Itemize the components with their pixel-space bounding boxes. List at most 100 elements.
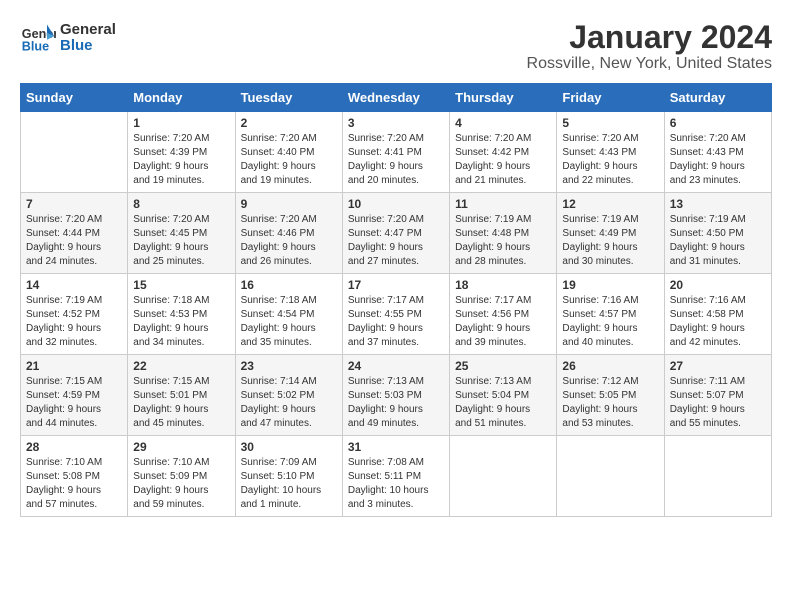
day-number: 21 xyxy=(26,359,122,373)
day-number: 25 xyxy=(455,359,551,373)
day-info: Sunrise: 7:19 AM Sunset: 4:50 PM Dayligh… xyxy=(670,213,766,269)
day-info: Sunrise: 7:20 AM Sunset: 4:43 PM Dayligh… xyxy=(670,132,766,188)
day-info: Sunrise: 7:15 AM Sunset: 5:01 PM Dayligh… xyxy=(133,375,229,431)
day-number: 23 xyxy=(241,359,337,373)
day-info: Sunrise: 7:20 AM Sunset: 4:46 PM Dayligh… xyxy=(241,213,337,269)
day-number: 4 xyxy=(455,116,551,130)
calendar-cell: 9Sunrise: 7:20 AM Sunset: 4:46 PM Daylig… xyxy=(235,193,342,274)
calendar-cell: 17Sunrise: 7:17 AM Sunset: 4:55 PM Dayli… xyxy=(342,274,449,355)
calendar-header-thursday: Thursday xyxy=(450,84,557,112)
logo-name-part1: General xyxy=(60,22,116,39)
calendar-cell xyxy=(664,436,771,517)
day-number: 29 xyxy=(133,440,229,454)
calendar-cell: 14 Sunrise: 7:19 AM Sunset: 4:52 PM Dayli… xyxy=(21,274,128,355)
calendar-cell: 1Sunrise: 7:20 AM Sunset: 4:39 PM Daylig… xyxy=(128,112,235,193)
calendar-cell: 13 Sunrise: 7:19 AM Sunset: 4:50 PM Dayli… xyxy=(664,193,771,274)
day-info: Sunrise: 7:19 AM Sunset: 4:49 PM Dayligh… xyxy=(562,213,658,269)
calendar-cell: 16 Sunrise: 7:18 AM Sunset: 4:54 PM Dayli… xyxy=(235,274,342,355)
calendar-cell: 6Sunrise: 7:20 AM Sunset: 4:43 PM Daylig… xyxy=(664,112,771,193)
day-number: 30 xyxy=(241,440,337,454)
day-info: Sunrise: 7:08 AM Sunset: 5:11 PM Dayligh… xyxy=(348,456,444,512)
calendar-cell: 15 Sunrise: 7:18 AM Sunset: 4:53 PM Dayli… xyxy=(128,274,235,355)
calendar-cell: 30 Sunrise: 7:09 AM Sunset: 5:10 PM Dayli… xyxy=(235,436,342,517)
calendar-header-friday: Friday xyxy=(557,84,664,112)
page-title: January 2024 xyxy=(527,20,772,55)
day-info: Sunrise: 7:18 AM Sunset: 4:54 PM Dayligh… xyxy=(241,294,337,350)
day-number: 27 xyxy=(670,359,766,373)
calendar-cell: 7Sunrise: 7:20 AM Sunset: 4:44 PM Daylig… xyxy=(21,193,128,274)
day-info: Sunrise: 7:20 AM Sunset: 4:40 PM Dayligh… xyxy=(241,132,337,188)
day-info: Sunrise: 7:17 AM Sunset: 4:55 PM Dayligh… xyxy=(348,294,444,350)
page-subtitle: Rossville, New York, United States xyxy=(527,55,772,73)
calendar-cell: 12Sunrise: 7:19 AM Sunset: 4:49 PM Dayli… xyxy=(557,193,664,274)
calendar-week-row: 21 Sunrise: 7:15 AM Sunset: 4:59 PM Dayli… xyxy=(21,355,772,436)
calendar-cell: 11Sunrise: 7:19 AM Sunset: 4:48 PM Dayli… xyxy=(450,193,557,274)
logo-icon: General Blue xyxy=(20,20,56,56)
day-number: 19 xyxy=(562,278,658,292)
calendar-header-sunday: Sunday xyxy=(21,84,128,112)
day-info: Sunrise: 7:20 AM Sunset: 4:39 PM Dayligh… xyxy=(133,132,229,188)
day-info: Sunrise: 7:20 AM Sunset: 4:43 PM Dayligh… xyxy=(562,132,658,188)
day-info: Sunrise: 7:13 AM Sunset: 5:03 PM Dayligh… xyxy=(348,375,444,431)
calendar-table: SundayMondayTuesdayWednesdayThursdayFrid… xyxy=(20,83,772,517)
day-info: Sunrise: 7:11 AM Sunset: 5:07 PM Dayligh… xyxy=(670,375,766,431)
day-info: Sunrise: 7:09 AM Sunset: 5:10 PM Dayligh… xyxy=(241,456,337,512)
day-number: 26 xyxy=(562,359,658,373)
day-number: 28 xyxy=(26,440,122,454)
day-info: Sunrise: 7:18 AM Sunset: 4:53 PM Dayligh… xyxy=(133,294,229,350)
calendar-cell: 8 Sunrise: 7:20 AM Sunset: 4:45 PM Daylig… xyxy=(128,193,235,274)
day-number: 31 xyxy=(348,440,444,454)
calendar-cell xyxy=(21,112,128,193)
day-info: Sunrise: 7:19 AM Sunset: 4:52 PM Dayligh… xyxy=(26,294,122,350)
calendar-header-tuesday: Tuesday xyxy=(235,84,342,112)
calendar-cell: 26 Sunrise: 7:12 AM Sunset: 5:05 PM Dayli… xyxy=(557,355,664,436)
calendar-week-row: 1Sunrise: 7:20 AM Sunset: 4:39 PM Daylig… xyxy=(21,112,772,193)
calendar-cell xyxy=(450,436,557,517)
day-number: 18 xyxy=(455,278,551,292)
calendar-cell: 24 Sunrise: 7:13 AM Sunset: 5:03 PM Dayli… xyxy=(342,355,449,436)
day-info: Sunrise: 7:14 AM Sunset: 5:02 PM Dayligh… xyxy=(241,375,337,431)
day-number: 8 xyxy=(133,197,229,211)
calendar-cell: 23 Sunrise: 7:14 AM Sunset: 5:02 PM Dayli… xyxy=(235,355,342,436)
calendar-week-row: 7Sunrise: 7:20 AM Sunset: 4:44 PM Daylig… xyxy=(21,193,772,274)
calendar-cell: 4 Sunrise: 7:20 AM Sunset: 4:42 PM Daylig… xyxy=(450,112,557,193)
day-info: Sunrise: 7:15 AM Sunset: 4:59 PM Dayligh… xyxy=(26,375,122,431)
calendar-cell: 27 Sunrise: 7:11 AM Sunset: 5:07 PM Dayli… xyxy=(664,355,771,436)
calendar-cell: 18Sunrise: 7:17 AM Sunset: 4:56 PM Dayli… xyxy=(450,274,557,355)
logo: General Blue General Blue xyxy=(20,20,116,56)
calendar-cell xyxy=(557,436,664,517)
day-number: 10 xyxy=(348,197,444,211)
calendar-header-saturday: Saturday xyxy=(664,84,771,112)
logo-name-part2: Blue xyxy=(60,38,116,55)
calendar-cell: 20Sunrise: 7:16 AM Sunset: 4:58 PM Dayli… xyxy=(664,274,771,355)
calendar-cell: 22Sunrise: 7:15 AM Sunset: 5:01 PM Dayli… xyxy=(128,355,235,436)
day-info: Sunrise: 7:10 AM Sunset: 5:08 PM Dayligh… xyxy=(26,456,122,512)
calendar-header-monday: Monday xyxy=(128,84,235,112)
day-number: 24 xyxy=(348,359,444,373)
day-info: Sunrise: 7:10 AM Sunset: 5:09 PM Dayligh… xyxy=(133,456,229,512)
day-info: Sunrise: 7:16 AM Sunset: 4:58 PM Dayligh… xyxy=(670,294,766,350)
day-info: Sunrise: 7:20 AM Sunset: 4:47 PM Dayligh… xyxy=(348,213,444,269)
title-block: January 2024 Rossville, New York, United… xyxy=(527,20,772,73)
day-info: Sunrise: 7:19 AM Sunset: 4:48 PM Dayligh… xyxy=(455,213,551,269)
svg-text:Blue: Blue xyxy=(22,40,49,54)
day-info: Sunrise: 7:20 AM Sunset: 4:41 PM Dayligh… xyxy=(348,132,444,188)
day-number: 14 xyxy=(26,278,122,292)
calendar-cell: 29 Sunrise: 7:10 AM Sunset: 5:09 PM Dayli… xyxy=(128,436,235,517)
calendar-cell: 10 Sunrise: 7:20 AM Sunset: 4:47 PM Dayli… xyxy=(342,193,449,274)
page-header: General Blue General Blue January 2024 R… xyxy=(20,20,772,73)
calendar-cell: 31 Sunrise: 7:08 AM Sunset: 5:11 PM Dayli… xyxy=(342,436,449,517)
calendar-week-row: 28 Sunrise: 7:10 AM Sunset: 5:08 PM Dayli… xyxy=(21,436,772,517)
day-number: 5 xyxy=(562,116,658,130)
day-info: Sunrise: 7:20 AM Sunset: 4:45 PM Dayligh… xyxy=(133,213,229,269)
calendar-header-row: SundayMondayTuesdayWednesdayThursdayFrid… xyxy=(21,84,772,112)
day-number: 13 xyxy=(670,197,766,211)
day-info: Sunrise: 7:20 AM Sunset: 4:44 PM Dayligh… xyxy=(26,213,122,269)
calendar-header-wednesday: Wednesday xyxy=(342,84,449,112)
day-info: Sunrise: 7:12 AM Sunset: 5:05 PM Dayligh… xyxy=(562,375,658,431)
day-number: 16 xyxy=(241,278,337,292)
day-number: 15 xyxy=(133,278,229,292)
day-info: Sunrise: 7:20 AM Sunset: 4:42 PM Dayligh… xyxy=(455,132,551,188)
calendar-cell: 2Sunrise: 7:20 AM Sunset: 4:40 PM Daylig… xyxy=(235,112,342,193)
day-number: 3 xyxy=(348,116,444,130)
